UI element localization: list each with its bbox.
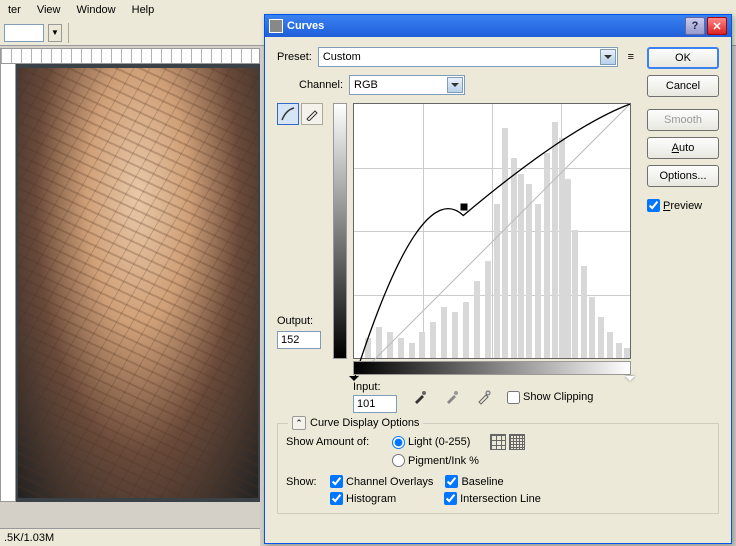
menu-view[interactable]: View <box>29 1 69 19</box>
dialog-titlebar[interactable]: Curves ? ✕ <box>265 15 731 37</box>
gray-eyedropper-icon[interactable] <box>443 388 461 406</box>
intersection-checkbox[interactable]: Intersection Line <box>444 492 541 505</box>
smooth-button[interactable]: Smooth <box>647 109 719 131</box>
grid-fine-icon[interactable] <box>509 434 525 450</box>
options-field[interactable] <box>4 24 44 42</box>
help-button[interactable]: ? <box>685 17 705 35</box>
curve-display-options: ⌃ Curve Display Options Show Amount of: … <box>277 423 719 514</box>
curve-pencil-tool[interactable] <box>301 103 323 125</box>
input-gradient <box>353 361 631 375</box>
options-dropdown[interactable]: ▼ <box>48 24 62 42</box>
histogram-checkbox[interactable]: Histogram <box>330 492 396 505</box>
curve-control-point[interactable] <box>461 204 468 211</box>
preset-label: Preset: <box>277 51 312 63</box>
curves-dialog: Curves ? ✕ Preset: Custom ≡ Channel: RGB <box>264 14 732 544</box>
image-content <box>18 68 258 498</box>
dialog-icon <box>269 19 283 33</box>
show-amount-label: Show Amount of: <box>286 436 386 448</box>
ok-button[interactable]: OK <box>647 47 719 69</box>
output-gradient <box>333 103 347 359</box>
preset-menu-icon[interactable]: ≡ <box>624 50 638 64</box>
channel-value: RGB <box>354 79 378 91</box>
curve-display-label: Curve Display Options <box>310 417 419 429</box>
preset-combo[interactable]: Custom <box>318 47 618 67</box>
status-text: .5K/1.03M <box>4 532 54 544</box>
preview-checkbox[interactable]: Preview <box>647 199 719 212</box>
show-label: Show: <box>286 476 324 488</box>
curve-line <box>354 104 630 380</box>
grid-coarse-icon[interactable] <box>490 434 506 450</box>
black-eyedropper-icon[interactable] <box>411 388 429 406</box>
close-button[interactable]: ✕ <box>707 17 727 35</box>
input-field[interactable]: 101 <box>353 395 397 413</box>
input-label: Input: <box>353 381 397 393</box>
chevron-down-icon[interactable] <box>600 49 616 65</box>
white-eyedropper-icon[interactable] <box>475 388 493 406</box>
light-radio[interactable]: Light (0-255) <box>392 436 470 449</box>
menu-filter[interactable]: ter <box>0 1 29 19</box>
output-field[interactable]: 152 <box>277 331 321 349</box>
black-point-slider[interactable] <box>349 376 359 386</box>
menu-help[interactable]: Help <box>124 1 163 19</box>
white-point-slider[interactable] <box>625 376 635 386</box>
baseline-checkbox[interactable]: Baseline <box>445 475 503 488</box>
ruler-horizontal <box>0 48 260 64</box>
curve-point-tool[interactable] <box>277 103 299 125</box>
ruler-vertical <box>0 64 16 502</box>
auto-button[interactable]: Auto <box>647 137 719 159</box>
preset-value: Custom <box>323 51 361 63</box>
show-clipping-checkbox[interactable]: Show Clipping <box>507 391 593 404</box>
document-canvas[interactable] <box>16 64 260 502</box>
channel-combo[interactable]: RGB <box>349 75 465 95</box>
collapse-toggle[interactable]: ⌃ <box>292 416 306 430</box>
status-bar: .5K/1.03M <box>0 528 260 546</box>
curves-graph[interactable] <box>353 103 631 359</box>
cancel-button[interactable]: Cancel <box>647 75 719 97</box>
pigment-radio[interactable]: Pigment/Ink % <box>392 454 479 467</box>
output-label: Output: <box>277 315 325 327</box>
menu-window[interactable]: Window <box>69 1 124 19</box>
channel-label: Channel: <box>299 79 343 91</box>
chevron-down-icon[interactable] <box>447 77 463 93</box>
dialog-title: Curves <box>287 20 324 32</box>
options-button[interactable]: Options... <box>647 165 719 187</box>
channel-overlays-checkbox[interactable]: Channel Overlays <box>330 475 433 488</box>
